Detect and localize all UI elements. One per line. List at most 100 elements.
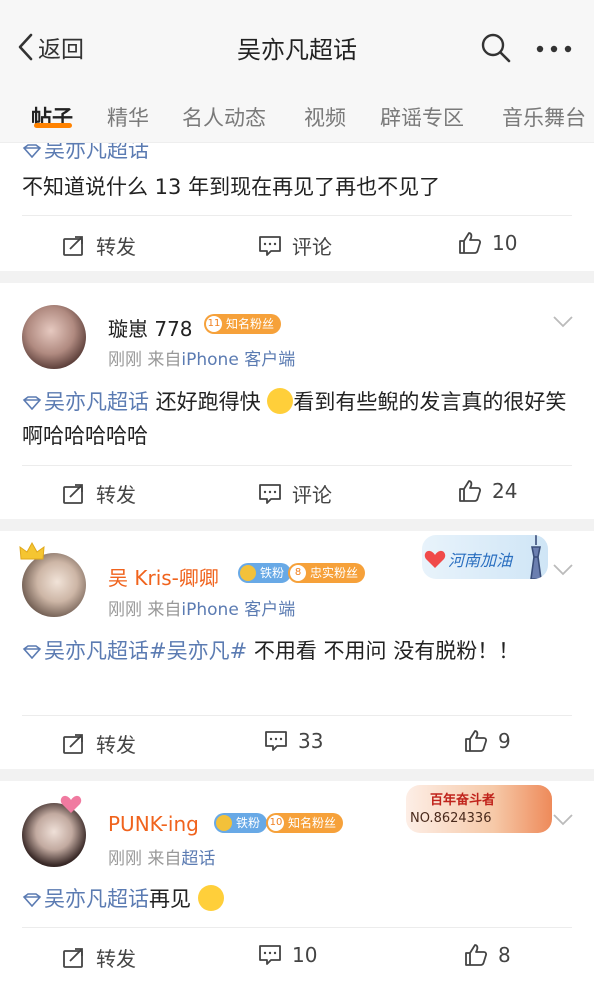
comment-icon (259, 235, 281, 256)
post-topic-line: 吴亦凡超话 (22, 143, 572, 167)
chevron-down-icon[interactable] (552, 315, 574, 329)
fan-level-badge: 11 知名粉丝 (204, 314, 282, 334)
thumbs-up-icon (459, 480, 482, 502)
topic-link[interactable]: 吴亦凡超话 (22, 143, 149, 162)
topic-link[interactable]: 吴亦凡超话 (22, 887, 149, 911)
comment-button[interactable]: 10 (258, 943, 317, 967)
more-options-icon[interactable] (536, 44, 572, 54)
repost-button[interactable]: 转发 (62, 943, 136, 972)
post-content: 吴亦凡超话 还好跑得快 看到有些鲵的发言真的很好笑啊哈哈哈哈哈 (22, 385, 572, 453)
repost-label: 转发 (96, 733, 136, 757)
super-topic-diamond-icon (22, 144, 42, 158)
post-card: 吴亦凡超话 不知道说什么 13 年到现在再见了再也不见了 转发 评论 10 (2, 143, 590, 271)
repost-icon (63, 483, 83, 504)
thinking-emoji-icon (197, 885, 224, 911)
comment-button[interactable]: 33 (264, 729, 323, 753)
iron-fan-badge: 铁粉 (214, 813, 268, 833)
like-button[interactable]: 24 (458, 479, 517, 503)
thumbs-up-icon (465, 730, 488, 752)
tab-celebrity-news[interactable]: 名人动态 (182, 102, 266, 132)
comment-icon (259, 483, 281, 504)
comment-button[interactable]: 评论 (258, 231, 332, 260)
badge-level: 8 (290, 565, 306, 581)
chevron-down-icon[interactable] (552, 563, 574, 577)
medal-icon (240, 565, 256, 581)
like-button[interactable]: 9 (464, 729, 511, 753)
post-meta: 刚刚 来自iPhone 客户端 (108, 595, 295, 620)
card-separator (0, 769, 594, 781)
post-card: 璇崽 778 11 知名粉丝 刚刚 来自iPhone 客户端 吴亦凡超话 还好跑得… (2, 283, 590, 519)
divider (22, 215, 572, 216)
tab-videos[interactable]: 视频 (304, 102, 346, 132)
search-icon[interactable] (480, 32, 512, 64)
topic-name: 吴亦凡超话 (44, 143, 149, 162)
topic-link[interactable]: 吴亦凡超话#吴亦凡# (22, 639, 247, 663)
repost-label: 转发 (96, 235, 136, 259)
username[interactable]: PUNK-ing (108, 812, 199, 836)
tab-music-stage[interactable]: 音乐舞台 (502, 102, 586, 132)
top-navigation-bar: 返回 吴亦凡超话 (0, 0, 594, 82)
post-source[interactable]: iPhone 客户端 (181, 600, 295, 620)
thumbs-up-icon (459, 232, 482, 254)
badge-label: 知名粉丝 (288, 816, 337, 830)
topic-name: 吴亦凡超话 (44, 390, 149, 414)
repost-button[interactable]: 转发 (62, 729, 136, 758)
comment-label: 评论 (292, 235, 332, 259)
post-content: 不知道说什么 13 年到现在再见了再也不见了 (22, 175, 441, 199)
post-meta: 刚刚 来自超话 (108, 844, 215, 869)
repost-label: 转发 (96, 947, 136, 971)
post-source[interactable]: iPhone 客户端 (181, 350, 295, 370)
card-decoration: 河南加油 (422, 535, 548, 579)
comment-count: 33 (298, 729, 324, 753)
super-topic-diamond-icon (22, 396, 42, 410)
divider (22, 465, 572, 466)
decoration-text: 河南加油 (448, 551, 513, 570)
super-topic-diamond-icon (22, 893, 42, 907)
repost-button[interactable]: 转发 (62, 231, 136, 260)
active-tab-indicator (34, 123, 72, 128)
back-button[interactable]: 返回 (14, 30, 84, 64)
like-button[interactable]: 10 (458, 231, 517, 255)
chevron-down-icon[interactable] (552, 813, 574, 827)
divider (22, 927, 572, 928)
like-count: 10 (492, 231, 518, 255)
super-topic-diamond-icon (22, 645, 42, 659)
comment-button[interactable]: 评论 (258, 479, 332, 508)
tongue-out-emoji-icon (267, 388, 294, 414)
repost-label: 转发 (96, 483, 136, 507)
comment-icon (265, 731, 287, 751)
topic-name: 吴亦凡超话 (44, 887, 149, 911)
source-prefix: 来自 (147, 849, 182, 869)
post-time: 刚刚 (108, 600, 142, 620)
back-label: 返回 (38, 37, 84, 63)
medal-icon (216, 815, 232, 831)
post-meta: 刚刚 来自iPhone 客户端 (108, 345, 295, 370)
card-separator (0, 519, 594, 531)
source-prefix: 来自 (147, 600, 182, 620)
fan-level-badge: 10 知名粉丝 (266, 813, 344, 833)
repost-icon (63, 733, 83, 754)
page-title: 吴亦凡超话 (237, 36, 357, 64)
tab-rumor-debunk[interactable]: 辟谣专区 (380, 102, 464, 132)
comment-icon (259, 945, 281, 965)
tab-bar: 帖子 精华 名人动态 视频 辟谣专区 音乐舞台 (0, 82, 594, 143)
user-avatar[interactable] (22, 305, 86, 369)
username[interactable]: 吴 Kris-卿卿 (108, 562, 219, 591)
card-decoration: 百年奋斗者 NO.8624336 (406, 785, 552, 833)
topic-link[interactable]: 吴亦凡超话 (22, 390, 149, 414)
crown-icon (19, 541, 45, 560)
thumbs-up-icon (465, 944, 488, 966)
like-count: 9 (498, 729, 511, 753)
repost-icon (63, 235, 83, 256)
tab-featured[interactable]: 精华 (107, 102, 149, 132)
post-source[interactable]: 超话 (181, 849, 215, 869)
post-text-part: 再见 (149, 887, 198, 911)
fan-level-badge: 8 忠实粉丝 (288, 563, 366, 583)
badge-label: 忠实粉丝 (310, 566, 359, 580)
like-button[interactable]: 8 (464, 943, 511, 967)
comment-count: 10 (292, 943, 318, 967)
username[interactable]: 璇崽 778 (108, 313, 193, 342)
repost-button[interactable]: 转发 (62, 479, 136, 508)
heart-icon (424, 550, 446, 568)
divider (22, 715, 572, 716)
